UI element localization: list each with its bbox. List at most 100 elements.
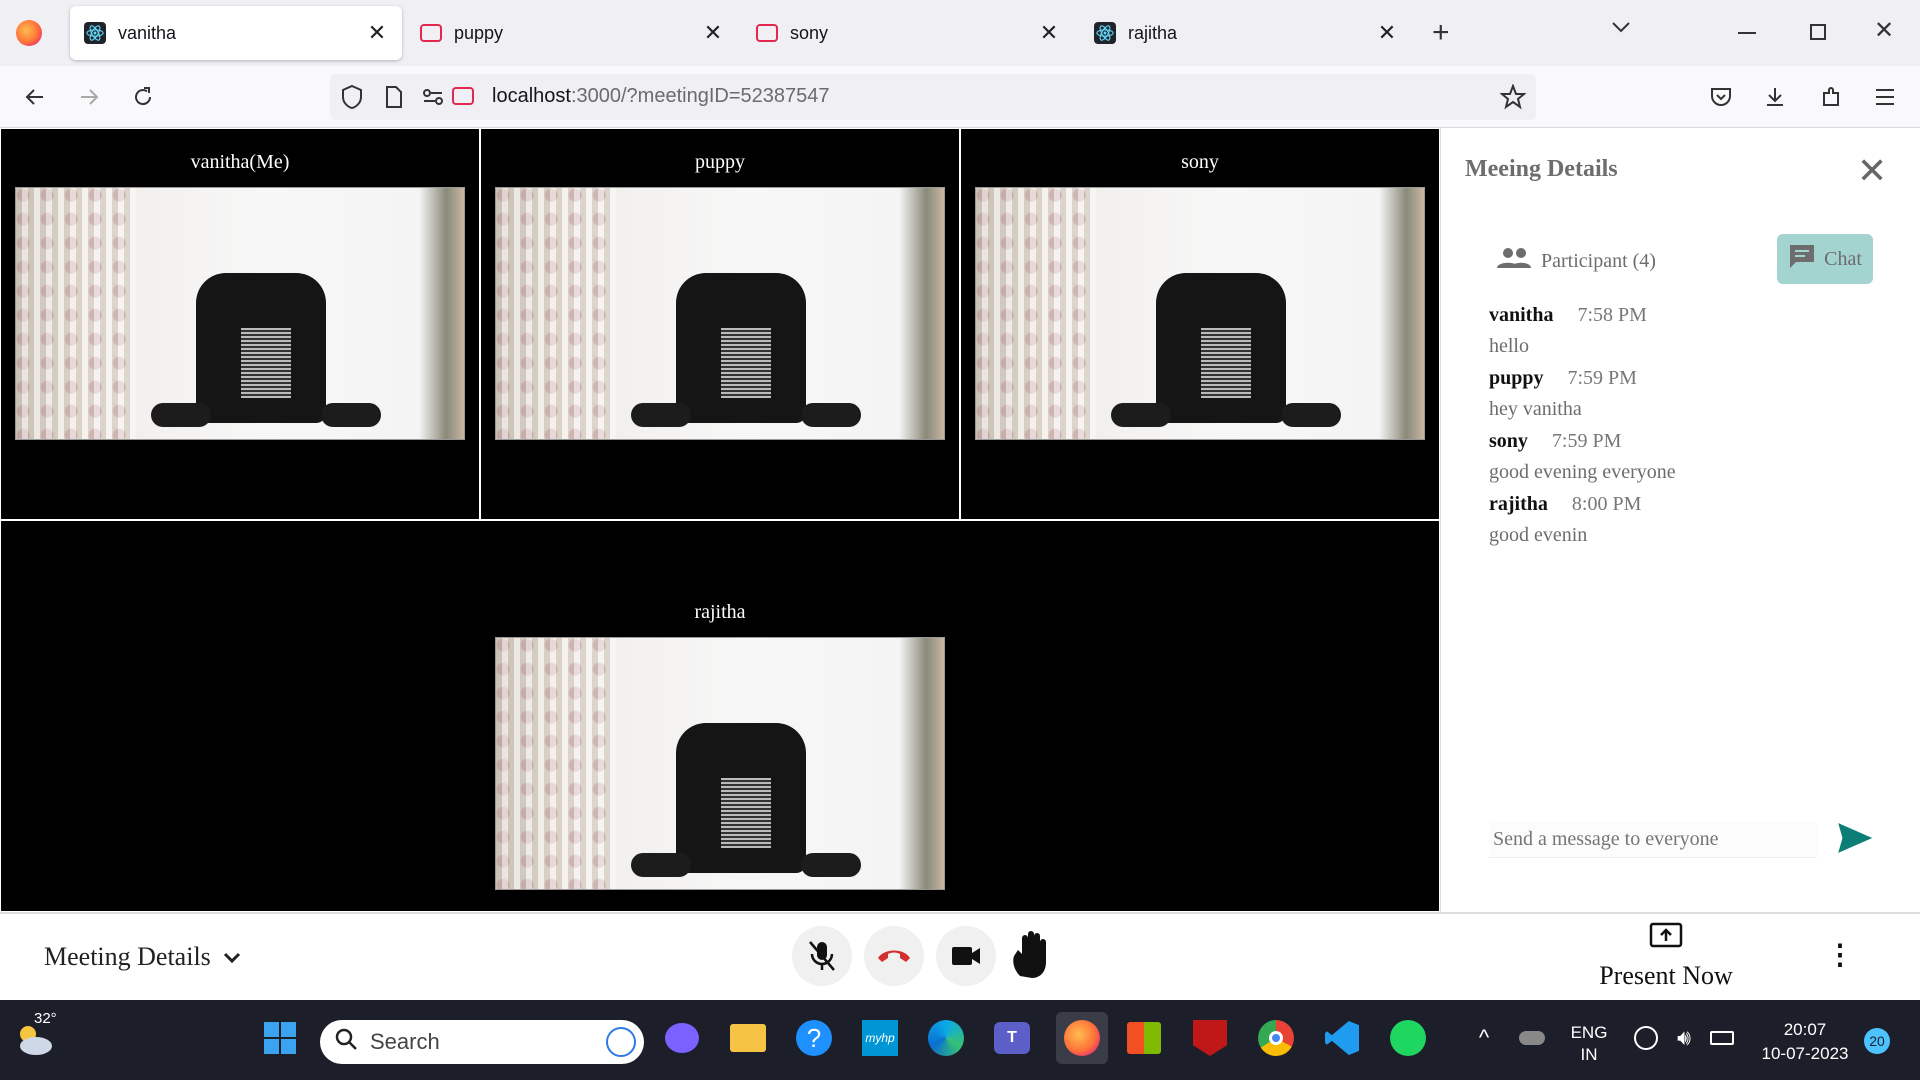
time: 20:07	[1783, 1020, 1827, 1039]
chat-messages: vanitha 7:58 PM hello puppy 7:59 PM hey va…	[1489, 304, 1676, 556]
mute-microphone-button[interactable]	[792, 926, 852, 986]
tab-sony[interactable]: sony ✕	[742, 6, 1074, 60]
minimize-window-button[interactable]	[1738, 32, 1756, 34]
meeting-details-panel: Meeing Details ✕ Participant (4) Chat va…	[1440, 128, 1920, 912]
tab-title: rajitha	[1128, 22, 1178, 43]
clock[interactable]: 20:07 10-07-2023	[1750, 1018, 1860, 1066]
myhp-icon[interactable]: myhp	[858, 1016, 902, 1060]
participant-name: vanitha(Me)	[190, 151, 290, 173]
bookmark-star-icon[interactable]	[1499, 83, 1527, 115]
spotify-icon[interactable]	[1386, 1016, 1430, 1060]
extensions-icon[interactable]	[1812, 78, 1850, 116]
video-tile-puppy: puppy	[480, 128, 960, 520]
camera-icon	[756, 24, 778, 42]
app-menu-icon[interactable]	[1866, 78, 1904, 116]
tab-puppy[interactable]: puppy ✕	[406, 6, 738, 60]
weather-temp: 32°	[34, 1010, 57, 1027]
tab-rajitha[interactable]: rajitha ✕	[1080, 6, 1412, 60]
meet-now-icon[interactable]	[660, 1016, 704, 1060]
forward-button[interactable]	[70, 78, 108, 116]
pocket-icon[interactable]	[1702, 78, 1740, 116]
chat-tab[interactable]: Chat	[1777, 234, 1873, 284]
firefox-taskbar-icon[interactable]	[1056, 1012, 1108, 1064]
edge-icon[interactable]	[924, 1016, 968, 1060]
close-tab-icon[interactable]: ✕	[1376, 20, 1398, 46]
message-sender: puppy	[1489, 367, 1544, 389]
close-tab-icon[interactable]: ✕	[702, 20, 724, 46]
present-now-button[interactable]: Present Now	[1596, 922, 1736, 991]
input-language[interactable]: ENG IN	[1564, 1022, 1614, 1066]
raise-hand-button[interactable]	[1010, 930, 1054, 985]
end-call-button[interactable]	[864, 926, 924, 986]
chat-label: Chat	[1824, 247, 1862, 270]
permissions-icon[interactable]	[422, 87, 444, 112]
close-tab-icon[interactable]: ✕	[366, 20, 388, 46]
video-camera-icon	[952, 947, 980, 965]
browser-nav-bar: localhost:3000/?meetingID=52387547	[0, 66, 1920, 128]
url-path: :3000/?meetingID=52387547	[570, 85, 830, 107]
browser-tab-bar: vanitha ✕ puppy ✕ sony ✕ rajitha ✕ + ✕	[0, 0, 1920, 66]
react-icon	[1094, 22, 1116, 44]
present-now-label: Present Now	[1599, 961, 1733, 990]
message-text: good evening everyone	[1489, 461, 1676, 483]
message-time: 7:59 PM	[1567, 367, 1637, 389]
vscode-icon[interactable]	[1320, 1016, 1364, 1060]
search-icon	[334, 1027, 358, 1057]
chat-message-input[interactable]	[1489, 822, 1817, 858]
camera-sharing-icon[interactable]	[452, 87, 474, 105]
close-window-button[interactable]: ✕	[1874, 16, 1894, 45]
tab-vanitha[interactable]: vanitha ✕	[70, 6, 402, 60]
chat-message: rajitha 8:00 PM good evenin	[1489, 493, 1676, 556]
battery-icon[interactable]	[1700, 1016, 1744, 1060]
more-options-icon[interactable]: ⋮	[1826, 938, 1854, 971]
reload-button[interactable]	[124, 78, 162, 116]
participants-tab[interactable]: Participant (4)	[1497, 246, 1656, 276]
meeting-details-label: Meeting Details	[44, 942, 211, 971]
weather-widget[interactable]: 32°	[12, 1010, 57, 1060]
participants-label: Participant (4)	[1541, 249, 1656, 272]
show-hidden-icons-chevron-up-icon[interactable]: ^	[1462, 1016, 1506, 1060]
camera-toggle-button[interactable]	[936, 926, 996, 986]
mcafee-icon[interactable]	[1188, 1016, 1232, 1060]
url-text[interactable]: localhost:3000/?meetingID=52387547	[492, 85, 829, 108]
onedrive-icon[interactable]	[1510, 1016, 1554, 1060]
tab-title: sony	[790, 22, 829, 43]
phone-hangup-icon	[878, 950, 910, 962]
chat-message: puppy 7:59 PM hey vanitha	[1489, 367, 1676, 430]
teams-icon[interactable]: T	[990, 1016, 1034, 1060]
url-host: localhost	[492, 85, 571, 107]
send-icon[interactable]	[1837, 822, 1877, 858]
video-stage: vanitha(Me) puppy sony rajitha	[0, 128, 1440, 912]
shield-icon[interactable]	[340, 84, 364, 115]
date: 10-07-2023	[1761, 1044, 1849, 1063]
microsoft-store-icon[interactable]	[1122, 1016, 1166, 1060]
back-button[interactable]	[16, 78, 54, 116]
file-explorer-icon[interactable]	[726, 1016, 770, 1060]
get-help-icon[interactable]: ?	[792, 1016, 836, 1060]
restore-window-button[interactable]	[1810, 24, 1826, 40]
url-bar[interactable]: localhost:3000/?meetingID=52387547	[330, 74, 1536, 120]
chat-message: sony 7:59 PM good evening everyone	[1489, 430, 1676, 493]
close-panel-icon[interactable]: ✕	[1857, 150, 1887, 192]
downloads-icon[interactable]	[1756, 78, 1794, 116]
taskbar-search[interactable]: Search	[320, 1020, 644, 1064]
chat-icon	[1788, 243, 1816, 275]
list-all-tabs-icon[interactable]	[1610, 16, 1632, 43]
chrome-icon[interactable]	[1254, 1016, 1298, 1060]
message-time: 7:58 PM	[1577, 304, 1647, 326]
close-tab-icon[interactable]: ✕	[1038, 20, 1060, 46]
chevron-down-icon	[223, 942, 241, 972]
new-tab-button[interactable]: +	[1432, 16, 1450, 50]
microphone-off-icon	[809, 941, 835, 971]
message-sender: vanitha	[1489, 304, 1554, 326]
panel-title: Meeing Details	[1465, 156, 1618, 182]
meeting-details-toggle[interactable]: Meeting Details	[44, 942, 241, 972]
start-button[interactable]	[258, 1016, 302, 1060]
bing-icon	[606, 1027, 636, 1057]
firefox-menu-icon[interactable]	[16, 20, 42, 46]
screen-share-icon	[1649, 922, 1683, 957]
language-code: ENG	[1570, 1023, 1608, 1042]
notification-badge[interactable]: 20	[1864, 1028, 1890, 1054]
region-code: IN	[1580, 1045, 1598, 1064]
page-icon[interactable]	[384, 85, 404, 114]
